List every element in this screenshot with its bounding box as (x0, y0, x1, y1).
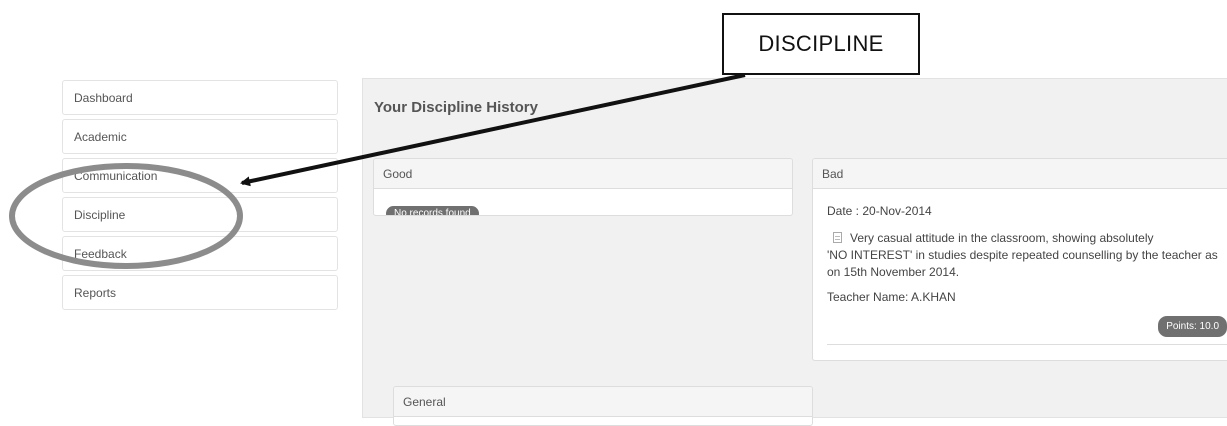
sidebar-item-label: Discipline (74, 207, 126, 222)
points-badge: Points: 10.0 (1158, 316, 1227, 337)
sidebar-item-label: Feedback (74, 246, 127, 261)
bad-panel-body: Date : 20-Nov-2014 Very casual attitude … (813, 189, 1227, 345)
bad-panel: Bad Date : 20-Nov-2014 Very casual attit… (812, 158, 1227, 361)
sidebar-item-reports[interactable]: Reports (62, 275, 338, 310)
good-panel-heading: Good (374, 159, 792, 189)
record-teacher: Teacher Name: A.KHAN (827, 290, 956, 304)
points-row: Points: 10.0 (827, 316, 1227, 337)
sidebar-item-label: Communication (74, 168, 158, 183)
sidebar-item-dashboard[interactable]: Dashboard (62, 80, 338, 115)
main-content: Your Discipline History Good No records … (362, 78, 1227, 426)
general-panel: General (393, 386, 813, 426)
note-icon (833, 232, 842, 243)
record-description-line1: Very casual attitude in the classroom, s… (850, 231, 1154, 245)
good-panel-body: No records found (374, 189, 792, 215)
record-description-rest: 'NO INTEREST' in studies despite repeate… (827, 248, 1218, 279)
sidebar-item-label: Reports (74, 285, 117, 300)
sidebar-item-academic[interactable]: Academic (62, 119, 338, 154)
sidebar-item-communication[interactable]: Communication (62, 158, 338, 193)
page-title: Your Discipline History (374, 99, 538, 116)
bad-panel-heading: Bad (813, 159, 1227, 189)
sidebar-item-label: Academic (74, 129, 127, 144)
sidebar-nav: Dashboard Academic Communication Discipl… (62, 80, 338, 314)
sidebar-item-feedback[interactable]: Feedback (62, 236, 338, 271)
good-panel: Good No records found (373, 158, 793, 216)
record-date: Date : 20-Nov-2014 (827, 204, 932, 218)
discipline-callout: DISCIPLINE (722, 13, 920, 75)
sidebar-item-label: Dashboard (74, 90, 133, 105)
sidebar-item-discipline[interactable]: Discipline (62, 197, 338, 232)
record-divider (827, 344, 1227, 345)
no-records-badge: No records found (386, 206, 479, 215)
record-description: Very casual attitude in the classroom, s… (827, 230, 1227, 281)
